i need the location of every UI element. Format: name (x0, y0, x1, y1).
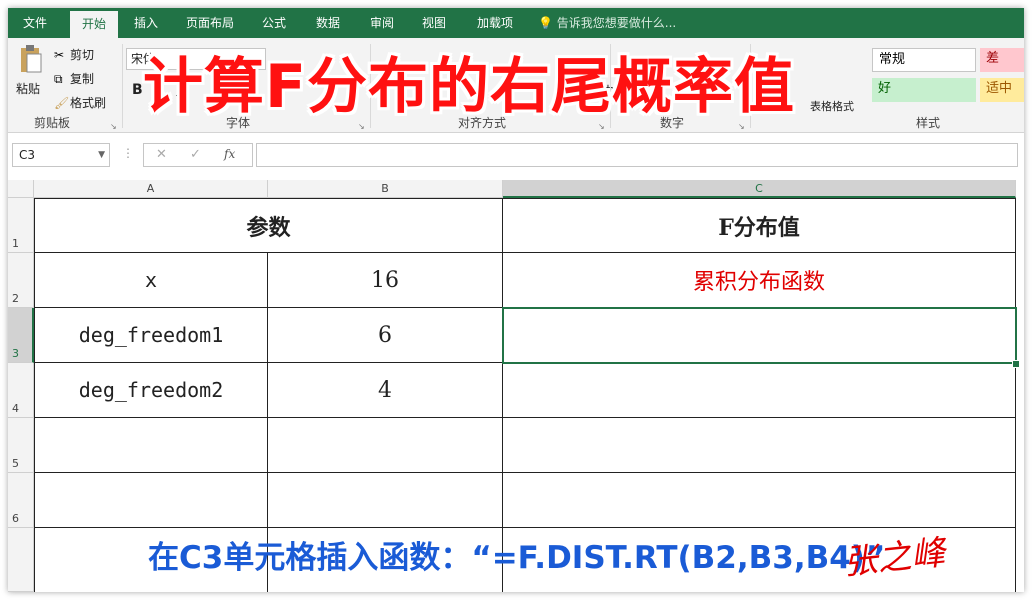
paste-icon (21, 45, 42, 73)
scissors-icon: ✂ (54, 48, 65, 62)
cell-c6[interactable] (503, 473, 1016, 528)
overlay-title: 计算F分布的右尾概率值 (143, 52, 795, 122)
column-header-c[interactable]: C (503, 180, 1016, 198)
styles-group-label: 样式 (916, 116, 941, 130)
paste-button[interactable]: 粘贴 (14, 44, 48, 108)
format-painter-button[interactable]: 🖌 格式刷 (54, 92, 116, 110)
cell-a1-b1-merged[interactable]: 参数 (34, 198, 503, 253)
tell-me-box[interactable]: 💡 告诉我您想要做什么... (538, 8, 676, 38)
style-good[interactable]: 好 (872, 78, 976, 102)
copy-icon: ⧉ (54, 72, 63, 86)
cell-c5[interactable] (503, 418, 1016, 473)
more-icon: ⋮ (122, 146, 134, 160)
separator (122, 44, 123, 128)
style-bad[interactable]: 差 (980, 48, 1024, 72)
lightbulb-icon: 💡 (538, 16, 553, 30)
row-header-3[interactable]: 3 (8, 308, 34, 363)
row-header-4[interactable]: 4 (8, 363, 34, 418)
enter-icon[interactable]: ✓ (190, 147, 201, 162)
tab-addins[interactable]: 加载项 (468, 8, 522, 38)
formula-bar: C3 ▼ ⋮ ✕ ✓ fx (8, 136, 1024, 174)
formula-buttons: ✕ ✓ fx (143, 143, 253, 167)
name-box-value: C3 (19, 148, 36, 162)
clipboard-dialog-launcher-icon[interactable]: ↘ (110, 122, 117, 131)
tab-file[interactable]: 文件 (12, 8, 58, 38)
name-box[interactable]: C3 ▼ (12, 143, 110, 167)
cut-label: 剪切 (70, 48, 95, 62)
tab-review[interactable]: 审阅 (362, 8, 402, 38)
select-all-corner[interactable] (8, 180, 34, 198)
paste-label: 粘贴 (16, 82, 41, 96)
row-header-1[interactable]: 1 (8, 198, 34, 253)
tab-view[interactable]: 视图 (414, 8, 454, 38)
fill-handle[interactable] (1012, 360, 1020, 368)
cell-styles-label[interactable]: 表格格式 (810, 98, 854, 114)
cell-c1[interactable]: F分布值 (503, 198, 1016, 253)
cell-b5[interactable] (268, 418, 503, 473)
cell-c3[interactable] (503, 308, 1016, 363)
cell-c4[interactable] (503, 363, 1016, 418)
row-header-6[interactable]: 6 (8, 473, 34, 528)
tab-page-layout[interactable]: 页面布局 (178, 8, 242, 38)
format-painter-label: 格式刷 (70, 96, 107, 110)
tab-home[interactable]: 开始 (70, 11, 118, 38)
tab-data[interactable]: 数据 (308, 8, 348, 38)
cell-a6[interactable] (34, 473, 268, 528)
row-header-7[interactable] (8, 528, 34, 592)
copy-label: 复制 (70, 72, 95, 86)
worksheet-grid: A B C 1 2 3 4 5 6 参数 F分布值 x 16 累积分布函数 de… (8, 180, 1024, 592)
instruction-text: 在C3单元格插入函数：“=F.DIST.RT(B2,B3,B4)” (148, 540, 886, 576)
copy-button[interactable]: ⧉ 复制 (54, 68, 114, 86)
tab-insert[interactable]: 插入 (124, 8, 168, 38)
ribbon-tab-bar: 文件 开始 插入 页面布局 公式 数据 审阅 视图 加载项 💡 告诉我您想要做什… (8, 8, 1024, 38)
brush-icon: 🖌 (54, 96, 70, 110)
cell-b4[interactable]: 4 (268, 363, 503, 418)
style-normal[interactable]: 常规 (872, 48, 976, 72)
tell-me-text: 告诉我您想要做什么... (556, 16, 677, 30)
row-header-5[interactable]: 5 (8, 418, 34, 473)
chevron-down-icon[interactable]: ▼ (98, 144, 105, 166)
cell-a5[interactable] (34, 418, 268, 473)
formula-input[interactable] (256, 143, 1018, 167)
column-header-a[interactable]: A (34, 180, 268, 198)
clipboard-group-label: 剪贴板 (34, 116, 71, 130)
style-neutral[interactable]: 适中 (980, 78, 1024, 102)
cell-c2[interactable]: 累积分布函数 (503, 253, 1016, 308)
insert-function-icon[interactable]: fx (224, 147, 235, 161)
bold-button[interactable]: B (132, 82, 143, 98)
cell-a3[interactable]: deg_freedom1 (34, 308, 268, 363)
cell-b2[interactable]: 16 (268, 253, 503, 308)
cut-button[interactable]: ✂ 剪切 (54, 44, 104, 62)
cancel-icon[interactable]: ✕ (156, 147, 167, 162)
excel-window: 文件 开始 插入 页面布局 公式 数据 审阅 视图 加载项 💡 告诉我您想要做什… (8, 8, 1024, 592)
row-header-2[interactable]: 2 (8, 253, 34, 308)
cell-b6[interactable] (268, 473, 503, 528)
column-header-b[interactable]: B (268, 180, 503, 198)
cell-a4[interactable]: deg_freedom2 (34, 363, 268, 418)
cell-b3[interactable]: 6 (268, 308, 503, 363)
cell-a2[interactable]: x (34, 253, 268, 308)
tab-formulas[interactable]: 公式 (254, 8, 294, 38)
